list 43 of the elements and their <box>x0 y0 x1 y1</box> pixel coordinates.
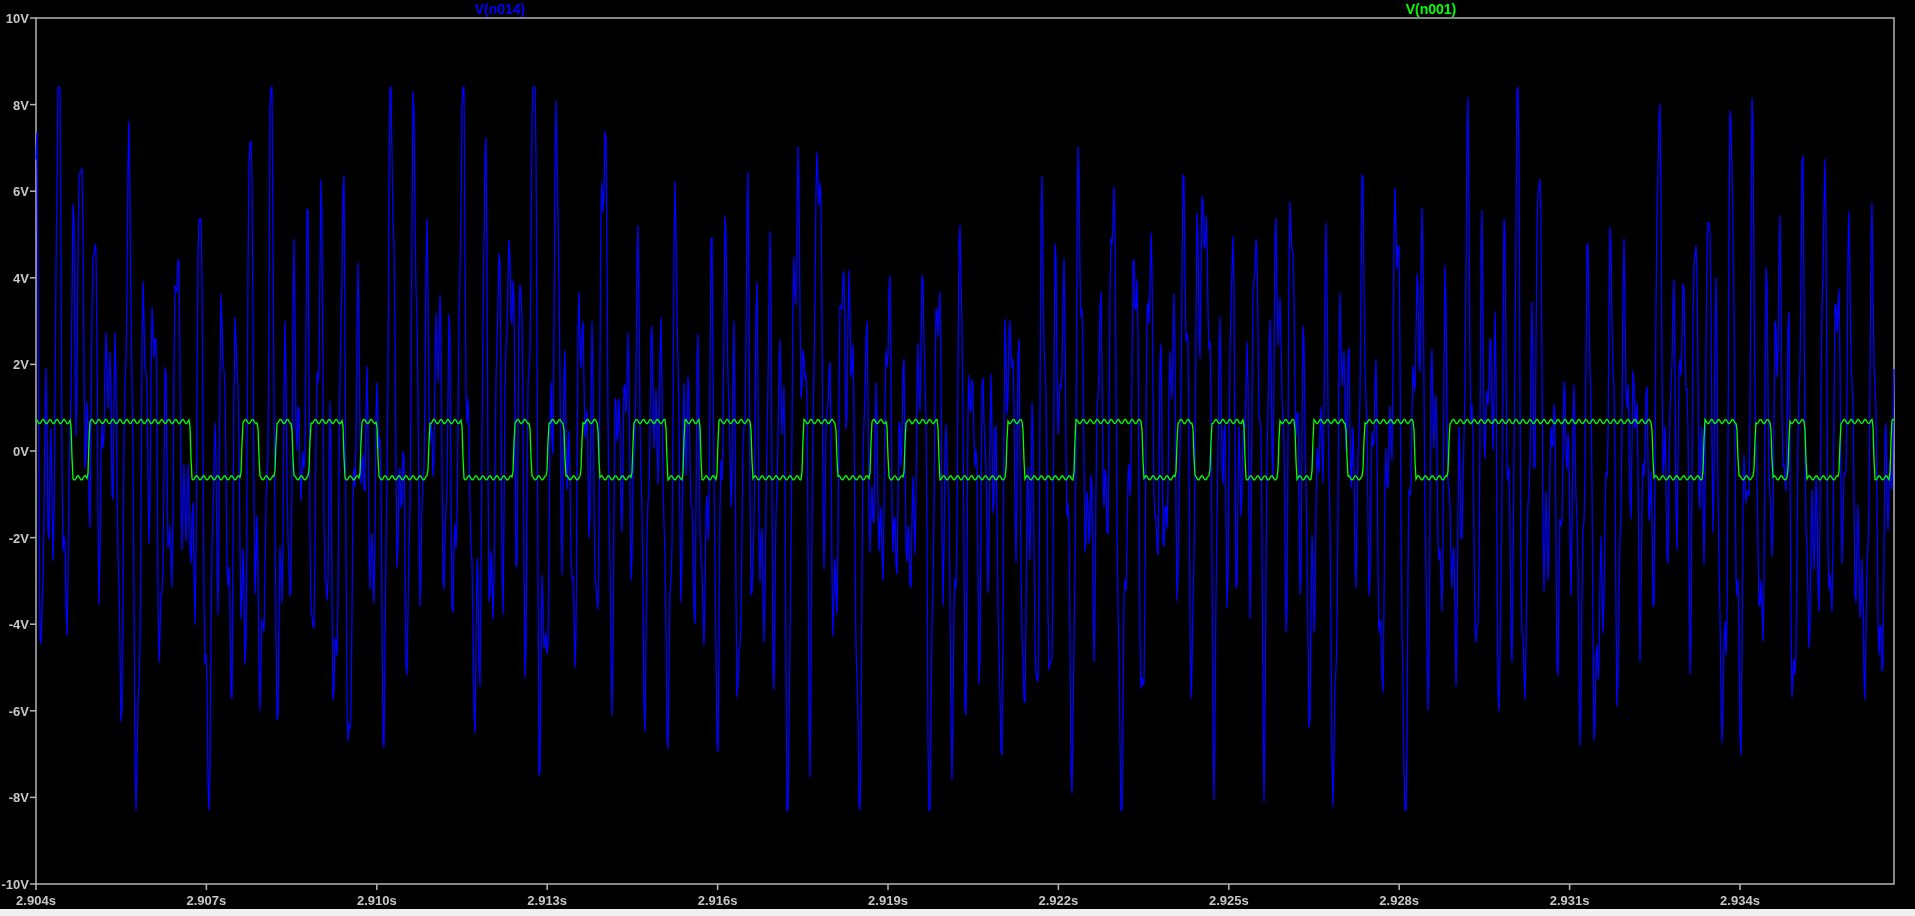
x-axis-label: 2.919s <box>868 893 908 908</box>
x-axis-label: 2.907s <box>186 893 227 908</box>
tick-mark <box>29 450 37 452</box>
tick-mark <box>29 623 37 625</box>
x-axis-label: 2.916s <box>697 893 738 908</box>
tick-mark <box>1398 883 1400 891</box>
x-axis-label: 2.928s <box>1379 893 1420 908</box>
x-axis-label: 2.934s <box>1720 893 1760 908</box>
y-axis-label: -2V <box>8 530 29 546</box>
tick-mark <box>29 710 37 712</box>
tick-mark <box>29 796 37 799</box>
y-axis-label: 4V <box>13 270 29 286</box>
tick-mark <box>29 536 37 539</box>
tick-mark <box>29 17 37 19</box>
x-axis-label: 2.925s <box>1208 893 1249 908</box>
x-axis-label: 2.904s <box>16 893 56 908</box>
tick-mark <box>376 883 378 891</box>
tick-mark <box>1057 883 1060 891</box>
tick-mark <box>716 883 719 891</box>
y-axis-label: -10V <box>1 877 29 892</box>
x-axis-label: 2.931s <box>1549 893 1590 908</box>
tick-mark <box>205 883 208 891</box>
tick-mark <box>29 363 37 366</box>
tick-mark <box>29 277 37 279</box>
y-axis-label: -8V <box>8 790 29 806</box>
tick-mark <box>546 883 548 891</box>
tick-mark <box>29 190 37 192</box>
y-axis-label: 10V <box>5 11 29 26</box>
y-axis-label: -6V <box>8 703 29 719</box>
y-axis-label: -4V <box>8 617 29 633</box>
y-axis-label: 8V <box>13 97 29 113</box>
y-axis-label: 0V <box>13 444 29 459</box>
tick-mark <box>887 883 889 891</box>
x-axis-label: 2.922s <box>1038 893 1079 908</box>
tick-mark <box>1568 883 1571 891</box>
tick-mark <box>29 103 37 106</box>
tick-mark <box>1739 883 1741 891</box>
x-axis-label: 2.913s <box>527 893 568 908</box>
tick-mark <box>1228 883 1230 891</box>
trace-label[interactable]: V(n001) <box>1405 1 1457 17</box>
y-axis-label: 2V <box>13 357 29 373</box>
y-axis-label: 6V <box>13 184 29 200</box>
x-axis-label: 2.910s <box>356 893 397 908</box>
